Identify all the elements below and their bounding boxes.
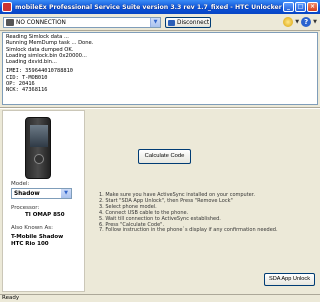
app-icon xyxy=(2,2,12,12)
calculate-code-button[interactable]: Calculate Code xyxy=(138,149,191,164)
chevron-down-icon[interactable]: ▼ xyxy=(150,18,160,27)
processor-value: TI OMAP 850 xyxy=(25,212,65,218)
instructions-list: 1. Make sure you have ActiveSync install… xyxy=(99,192,314,234)
minimize-button[interactable]: _ xyxy=(283,2,294,12)
window-title: mobileEx Professional Service Suite vers… xyxy=(15,3,282,11)
help-icon[interactable]: ? xyxy=(301,17,312,27)
usb-icon xyxy=(6,19,14,26)
connection-value: NO CONNECTION xyxy=(16,19,66,26)
sda-app-unlock-button[interactable]: SDA App Unlock xyxy=(264,273,315,286)
disconnect-button[interactable]: Disconnect xyxy=(165,17,211,28)
toolbar-tools: ▼ ? ▼ xyxy=(283,17,317,27)
chevron-down-icon[interactable]: ▼ xyxy=(61,189,71,198)
aka-label: Also Known As: xyxy=(11,225,53,231)
toolbar: NO CONNECTION ▼ Disconnect ▼ ? ▼ xyxy=(0,14,320,31)
splitter[interactable] xyxy=(0,107,320,109)
processor-label: Processor: xyxy=(11,205,40,211)
aka-line: HTC Rio 100 xyxy=(11,241,49,247)
disconnect-label: Disconnect xyxy=(177,19,210,26)
maximize-button[interactable]: □ xyxy=(295,2,306,12)
aka-line: T-Mobile Shadow xyxy=(11,234,64,240)
model-value: Shadow xyxy=(14,190,40,197)
status-bar: Ready xyxy=(0,294,320,302)
phone-info-panel: Model: Shadow ▼ Processor: TI OMAP 850 A… xyxy=(2,110,85,292)
log-panel[interactable]: Reading Simlock data ... Running MemDump… xyxy=(2,32,318,105)
status-text: Ready xyxy=(2,295,20,301)
instruction-item: 7. Follow instruction in the phone`s dis… xyxy=(99,227,278,234)
disconnect-icon xyxy=(168,19,175,26)
close-button[interactable]: × xyxy=(307,2,318,12)
title-bar: mobileEx Professional Service Suite vers… xyxy=(0,0,320,14)
settings-dropdown-icon[interactable]: ▼ xyxy=(295,19,299,25)
connection-select[interactable]: NO CONNECTION ▼ xyxy=(3,17,161,28)
phone-image xyxy=(25,117,51,179)
model-label: Model: xyxy=(11,181,30,187)
settings-icon[interactable] xyxy=(283,17,294,27)
model-select[interactable]: Shadow ▼ xyxy=(11,188,72,199)
nck-value: NCK: 47368116 xyxy=(6,87,48,94)
help-dropdown-icon[interactable]: ▼ xyxy=(313,19,317,25)
